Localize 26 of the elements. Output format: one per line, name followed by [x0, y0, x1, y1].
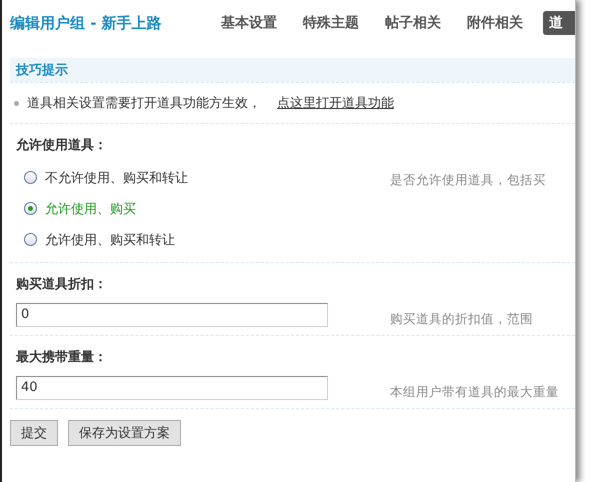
setting-hint: 本组用户带有道具的最大重量	[390, 384, 559, 401]
radio-button[interactable]	[24, 233, 37, 246]
tab[interactable]: 基本设置	[215, 11, 283, 35]
radio-button[interactable]	[24, 202, 37, 215]
radio-option[interactable]: 允许使用、购买	[10, 193, 390, 224]
setting-label: 最大携带重量：	[15, 348, 108, 367]
input-field[interactable]: 40	[16, 376, 328, 400]
enable-link[interactable]: 点这里打开道具功能	[277, 94, 394, 112]
setting-label: 允许使用道具：	[15, 137, 108, 155]
radio-option[interactable]: 允许使用、购买和转让	[10, 224, 390, 255]
setting-hint: 是否允许使用道具，包括买	[390, 172, 546, 189]
tips-heading: 技巧提示	[16, 62, 68, 79]
save-scheme-button[interactable]: 保存为设置方案	[68, 420, 181, 446]
radio-option[interactable]: 不允许使用、购买和转让	[10, 162, 390, 193]
radio-button[interactable]	[24, 171, 37, 184]
tab[interactable]: 道	[543, 11, 575, 35]
tab[interactable]: 帖子相关	[379, 11, 447, 35]
tab[interactable]: 附件相关	[461, 11, 529, 35]
input-field[interactable]: 0	[16, 302, 328, 326]
setting-label: 购买道具折扣：	[15, 276, 108, 294]
page-title: 编辑用户组 - 新手上路	[10, 14, 163, 32]
setting-hint: 购买道具的折扣值，范围	[390, 311, 533, 328]
bullet-icon	[14, 100, 19, 106]
tab[interactable]: 特殊主题	[297, 11, 365, 35]
tip-text: 道具相关设置需要打开道具功能方生效，	[27, 95, 261, 112]
submit-button[interactable]: 提交	[10, 420, 58, 446]
